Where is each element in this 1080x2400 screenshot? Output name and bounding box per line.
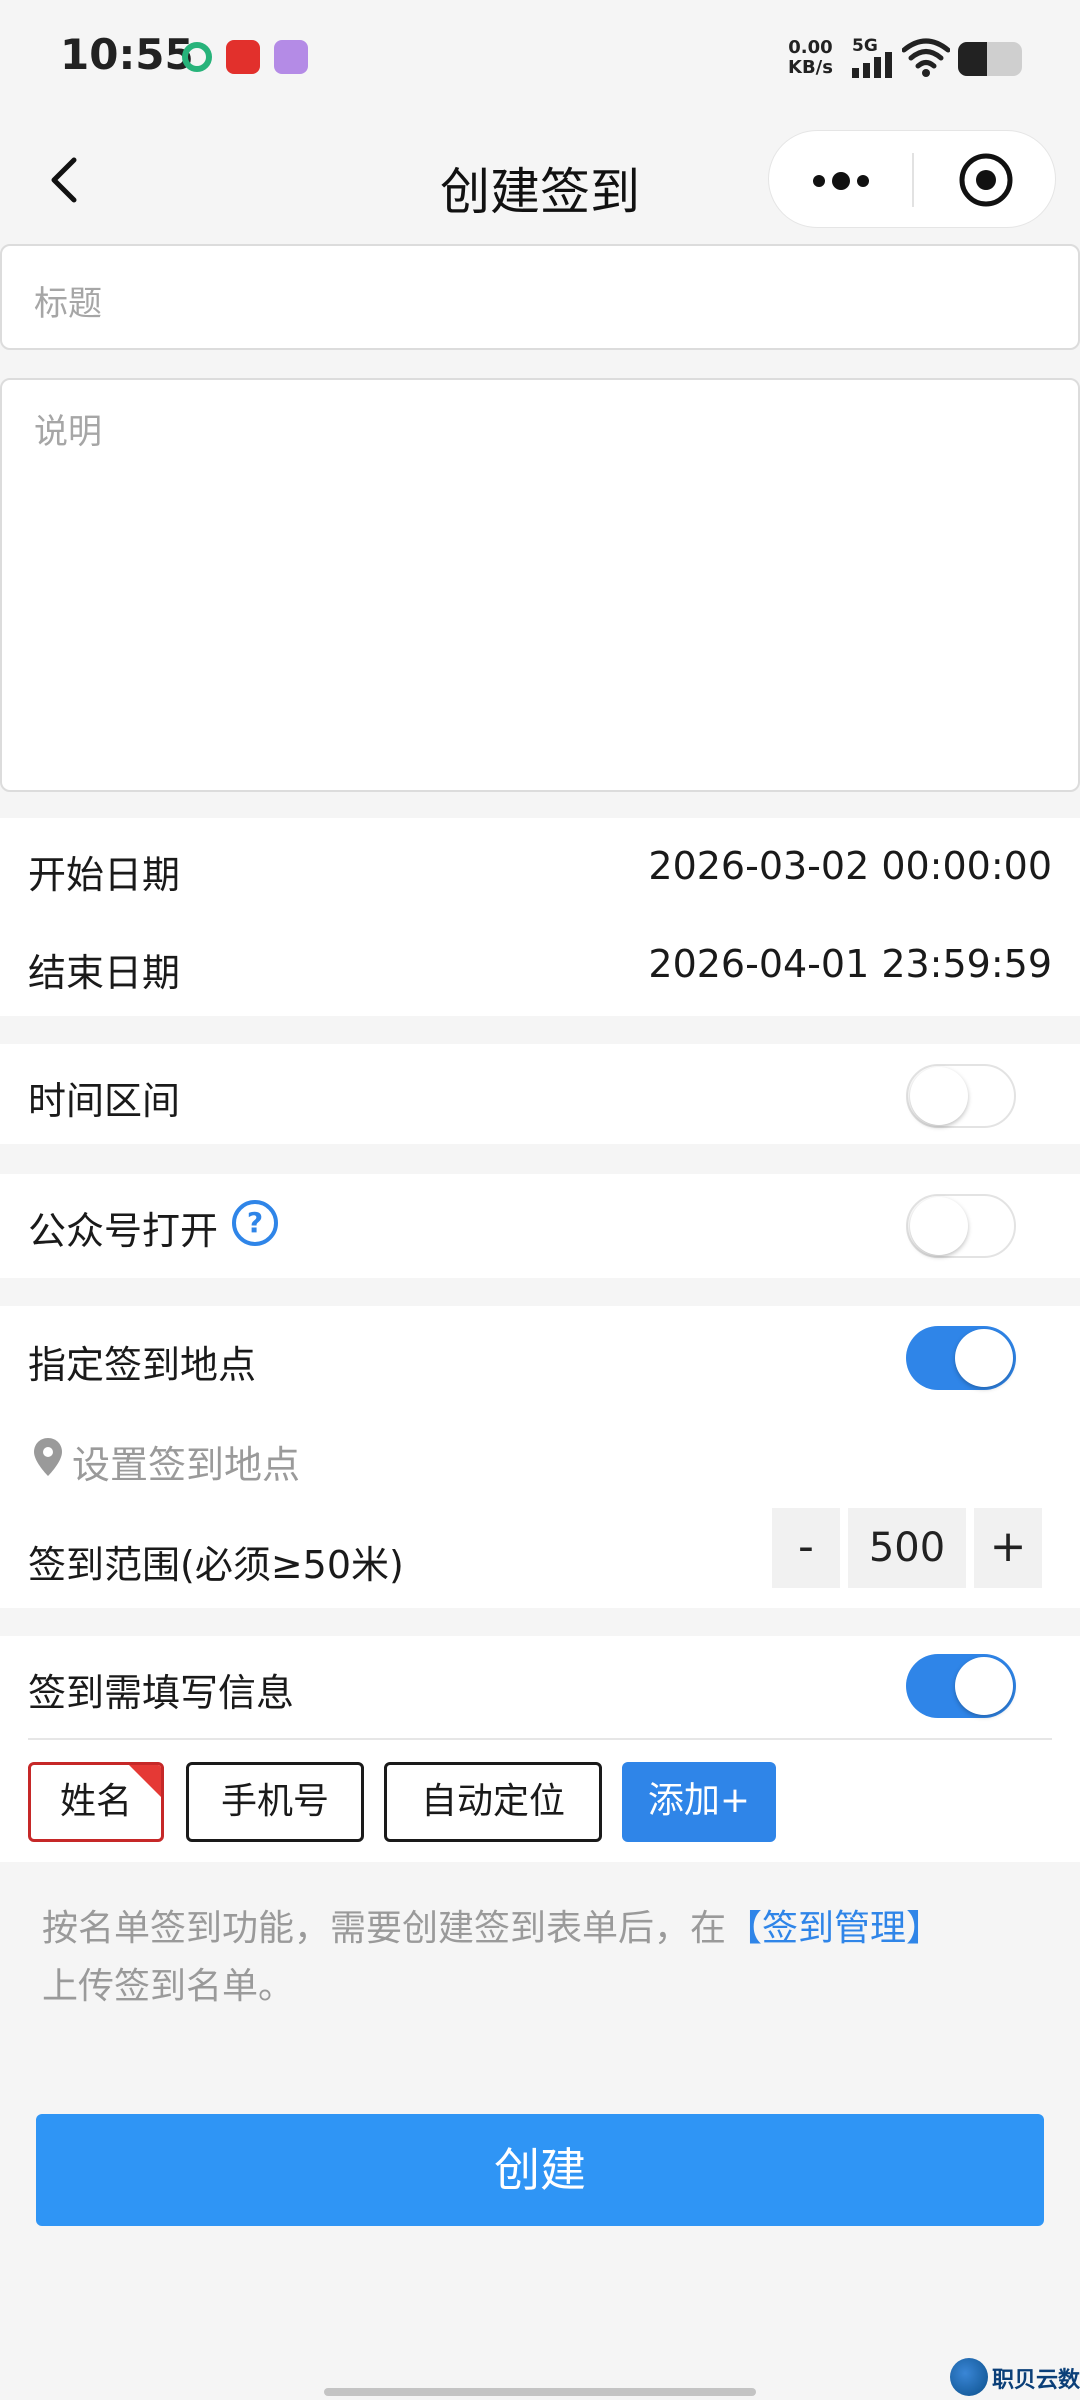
toggle-knob <box>910 1067 968 1125</box>
range-decrease-button[interactable]: - <box>772 1508 840 1588</box>
set-location-link[interactable]: 设置签到地点 <box>72 1434 300 1489</box>
toggle-knob <box>910 1197 968 1255</box>
battery-level <box>958 42 987 76</box>
title-placeholder: 标题 <box>34 284 102 324</box>
range-label: 签到范围(必须≥50米) <box>28 1543 404 1587</box>
selected-corner-mark <box>129 1765 161 1797</box>
range-value-input[interactable]: 500 <box>848 1508 966 1588</box>
info-section: 签到需填写信息 姓名 手机号 自动定位 添加+ <box>0 1636 1080 1862</box>
start-date-value[interactable]: 2026-03-02 00:00:00 <box>648 844 1052 888</box>
time-range-row: 时间区间 <box>0 1044 1080 1144</box>
sign-in-management-link[interactable]: 【签到管理】 <box>726 1908 942 1949</box>
network-speed-value: 0.00 <box>788 37 833 58</box>
more-icon[interactable] <box>799 161 883 201</box>
create-button[interactable]: 创建 <box>36 2114 1044 2226</box>
navigation-bar: 创建签到 <box>0 120 1080 240</box>
battery-icon <box>958 42 1022 76</box>
official-account-label: 公众号打开 <box>28 1209 219 1253</box>
time-range-toggle[interactable] <box>906 1064 1016 1128</box>
time-range-label: 时间区间 <box>28 1079 181 1123</box>
divider <box>28 1738 1052 1740</box>
location-toggle[interactable] <box>906 1326 1016 1390</box>
close-mini-program-icon[interactable] <box>957 151 1015 209</box>
official-account-toggle[interactable] <box>906 1194 1016 1258</box>
add-field-button[interactable]: 添加+ <box>622 1762 776 1842</box>
toggle-knob <box>955 1657 1013 1715</box>
notice-text-after: 上传签到名单。 <box>42 1966 295 2007</box>
tag-label: 手机号 <box>220 1781 329 1822</box>
date-section: 开始日期 2026-03-02 00:00:00 结束日期 2026-04-01… <box>0 818 1080 1016</box>
start-date-label: 开始日期 <box>28 853 181 897</box>
help-icon[interactable]: ? <box>232 1200 278 1246</box>
location-label: 指定签到地点 <box>28 1343 257 1387</box>
tag-name[interactable]: 姓名 <box>28 1762 164 1842</box>
app-notification-icon <box>226 40 260 74</box>
info-toggle[interactable] <box>906 1654 1016 1718</box>
status-time: 10:55 <box>60 30 194 79</box>
toggle-knob <box>955 1329 1013 1387</box>
home-indicator[interactable] <box>324 2388 756 2396</box>
mini-program-capsule <box>768 130 1056 228</box>
info-label: 签到需填写信息 <box>28 1671 295 1715</box>
tag-auto-location[interactable]: 自动定位 <box>384 1762 602 1842</box>
tag-phone[interactable]: 手机号 <box>186 1762 364 1842</box>
watermark-logo-icon <box>950 2358 988 2396</box>
location-section: 指定签到地点 设置签到地点 签到范围(必须≥50米) - 500 + <box>0 1306 1080 1608</box>
watermark-text: 职贝云数 <box>992 2368 1080 2393</box>
notice-text: 按名单签到功能，需要创建签到表单后，在【签到管理】 上传签到名单。 <box>42 1900 1042 2016</box>
signal-icon <box>852 52 892 78</box>
end-date-label: 结束日期 <box>28 951 181 995</box>
end-date-value[interactable]: 2026-04-01 23:59:59 <box>648 942 1052 986</box>
range-increase-button[interactable]: + <box>974 1508 1042 1588</box>
title-input[interactable]: 标题 <box>0 244 1080 350</box>
notice-text-before: 按名单签到功能，需要创建签到表单后，在 <box>42 1908 727 1949</box>
wifi-icon <box>902 38 950 77</box>
app-notification-icon <box>274 40 308 74</box>
app-notification-icon <box>182 42 212 72</box>
network-speed: 0.00 KB/s <box>788 38 833 78</box>
network-speed-unit: KB/s <box>788 57 833 78</box>
tag-label: 自动定位 <box>420 1781 565 1822</box>
status-bar: 10:55 0.00 KB/s 5G <box>0 0 1080 120</box>
tag-label: 姓名 <box>59 1781 132 1822</box>
description-placeholder: 说明 <box>34 412 102 452</box>
description-textarea[interactable]: 说明 <box>0 378 1080 792</box>
capsule-divider <box>912 153 914 207</box>
location-pin-icon <box>34 1438 62 1476</box>
official-account-row: 公众号打开 ? <box>0 1174 1080 1278</box>
